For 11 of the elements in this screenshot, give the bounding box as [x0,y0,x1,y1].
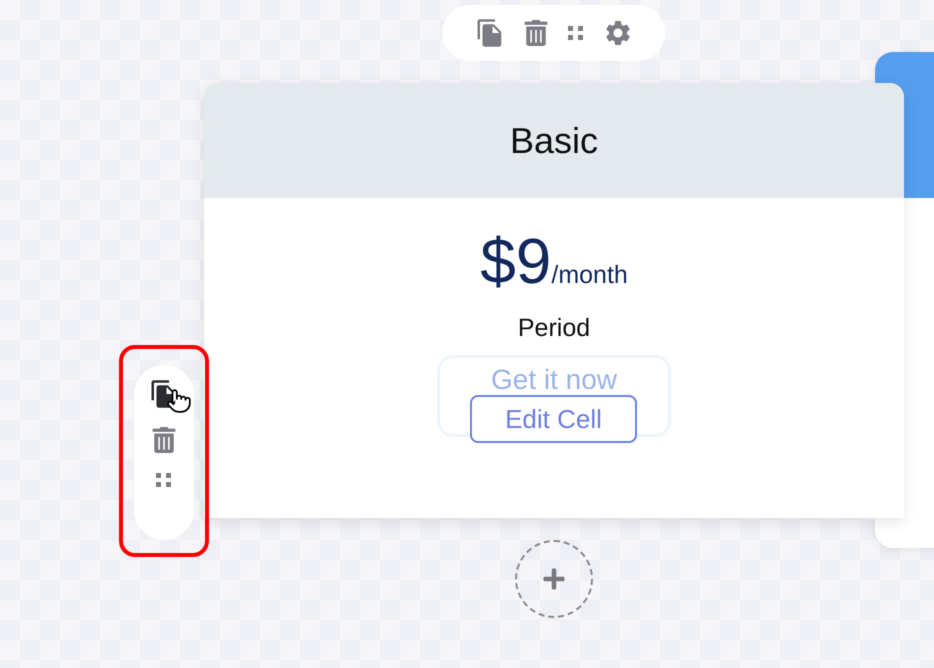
price-unit: /month [551,261,628,290]
trash-icon[interactable] [522,20,548,46]
period-label: Period [518,314,590,343]
drag-handle-icon[interactable] [566,24,584,42]
price: $9 [480,226,552,296]
edit-cell-button[interactable]: Edit Cell [470,395,637,443]
trash-icon[interactable] [151,427,177,453]
plan-title: Basic [510,120,598,162]
plus-icon [542,567,566,591]
drag-handle-icon[interactable] [155,471,173,489]
add-button[interactable] [515,540,593,618]
